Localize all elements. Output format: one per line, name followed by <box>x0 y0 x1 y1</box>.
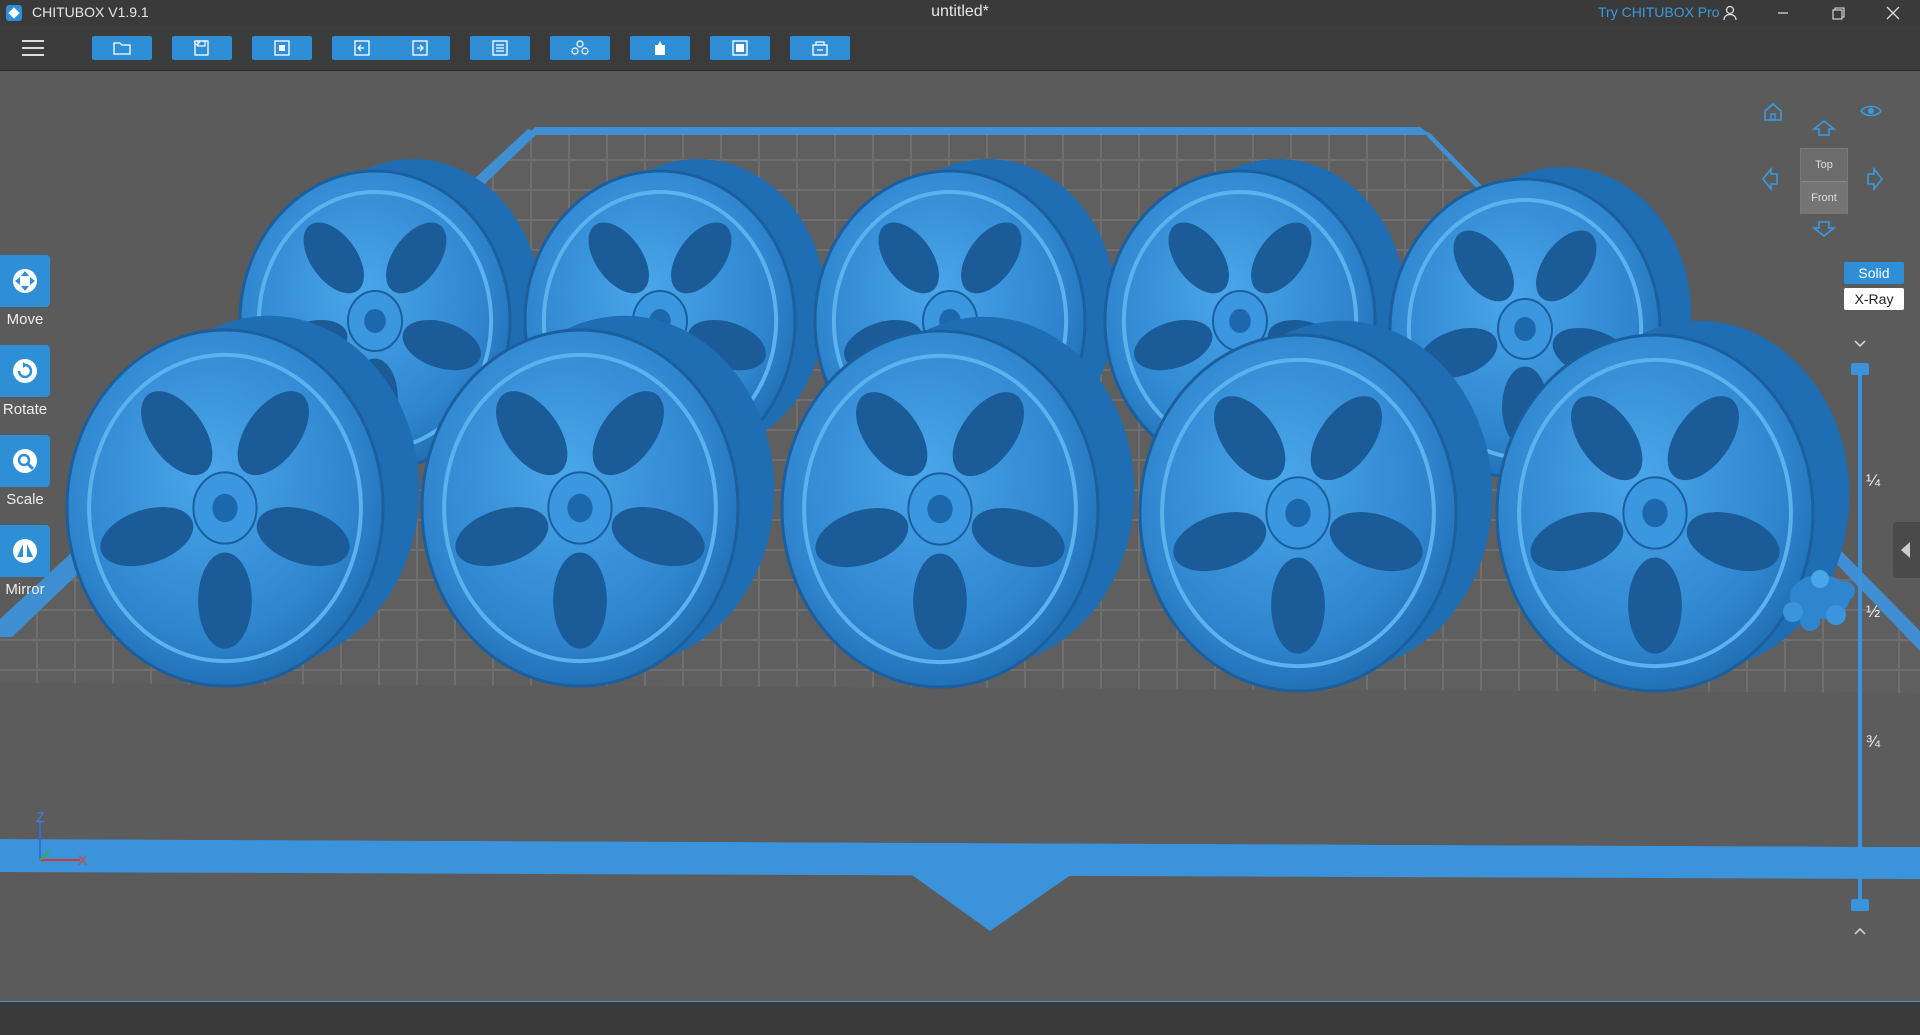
mirror-icon <box>13 539 37 563</box>
status-bar <box>0 1001 1920 1035</box>
scale-tool-label: Scale <box>6 491 44 508</box>
view-cube-top[interactable]: Top <box>1801 149 1847 181</box>
restore-button[interactable] <box>1815 0 1861 26</box>
visibility-eye-icon[interactable] <box>1860 103 1882 124</box>
slice-mark-quarter: ¼ <box>1866 471 1881 490</box>
hollow-button[interactable] <box>630 36 690 60</box>
user-account-icon[interactable] <box>1715 0 1745 26</box>
app-logo-icon <box>6 5 22 21</box>
home-view-icon[interactable] <box>1762 101 1784 128</box>
plate-border-top <box>528 127 1430 135</box>
try-pro-link[interactable]: Try CHITUBOX Pro <box>1598 4 1720 20</box>
redo-icon <box>412 40 428 56</box>
xray-view-button[interactable]: X-Ray <box>1844 288 1904 310</box>
save-button[interactable] <box>172 36 232 60</box>
main-toolbar <box>0 26 1920 71</box>
select-all-button[interactable] <box>252 36 312 60</box>
app-name: CHITUBOX V1.9.1 <box>32 4 149 20</box>
view-left-arrow-icon[interactable] <box>1761 166 1779 196</box>
slice-mark-three-quarters: ¾ <box>1866 732 1881 751</box>
rotate-tool[interactable]: Rotate <box>0 345 50 431</box>
print-icon <box>812 41 828 56</box>
select-all-icon <box>274 40 290 56</box>
hamburger-menu-button[interactable] <box>18 35 52 61</box>
supports-button[interactable] <box>550 36 610 60</box>
slice-expand-chevron-up-icon[interactable] <box>1852 923 1868 939</box>
move-tool-label: Move <box>6 311 44 328</box>
3d-viewport[interactable]: Move Rotate Scale Mirror Top Front Solid… <box>0 71 1920 1001</box>
title-bar: CHITUBOX V1.9.1 untitled* Try CHITUBOX P… <box>0 0 1920 26</box>
settings-list-button[interactable] <box>470 36 530 60</box>
axis-z-label: Z <box>36 810 45 825</box>
undo-icon <box>354 40 370 56</box>
view-right-arrow-icon[interactable] <box>1866 166 1884 196</box>
scale-tool[interactable]: Scale <box>0 435 50 521</box>
axis-indicator: Z X <box>36 810 88 866</box>
slice-slider-upper-handle[interactable] <box>1851 363 1869 375</box>
side-panel-toggle-button[interactable] <box>1893 522 1920 578</box>
open-file-button[interactable] <box>92 36 152 60</box>
close-button[interactable] <box>1870 0 1916 26</box>
view-up-arrow-icon[interactable] <box>1811 119 1837 142</box>
move-tool[interactable]: Move <box>0 255 50 341</box>
mirror-tool[interactable]: Mirror <box>0 525 50 611</box>
open-file-icon <box>113 42 131 55</box>
slice-slider-track[interactable] <box>1858 368 1862 906</box>
chevron-down-icon <box>193 41 201 46</box>
view-cube[interactable]: Top Front <box>1800 148 1848 214</box>
slice-icon <box>732 40 748 56</box>
settings-list-icon <box>492 40 508 56</box>
slice-mark-half: ½ <box>1866 602 1881 621</box>
scene-canvas[interactable] <box>0 71 1920 1001</box>
minimize-button[interactable] <box>1760 0 1806 26</box>
rotate-tool-label: Rotate <box>2 401 48 418</box>
rotate-icon <box>13 359 37 383</box>
slice-slider-lower-handle[interactable] <box>1851 899 1869 911</box>
wheel-models[interactable] <box>65 159 1850 693</box>
scale-icon <box>13 449 37 473</box>
view-down-arrow-icon[interactable] <box>1811 220 1837 243</box>
view-cube-front[interactable]: Front <box>1801 181 1847 214</box>
hollow-icon <box>655 41 665 55</box>
undo-button[interactable] <box>332 36 392 60</box>
axis-x-label: X <box>78 852 88 866</box>
print-button[interactable] <box>790 36 850 60</box>
supports-icon <box>571 40 589 55</box>
plate-front-notch <box>905 870 1075 931</box>
redo-button[interactable] <box>390 36 450 60</box>
move-icon <box>13 269 37 293</box>
solid-view-button[interactable]: Solid <box>1844 262 1904 284</box>
slice-collapse-chevron-down-icon[interactable] <box>1852 336 1868 352</box>
slice-button[interactable] <box>710 36 770 60</box>
mirror-tool-label: Mirror <box>5 581 45 598</box>
